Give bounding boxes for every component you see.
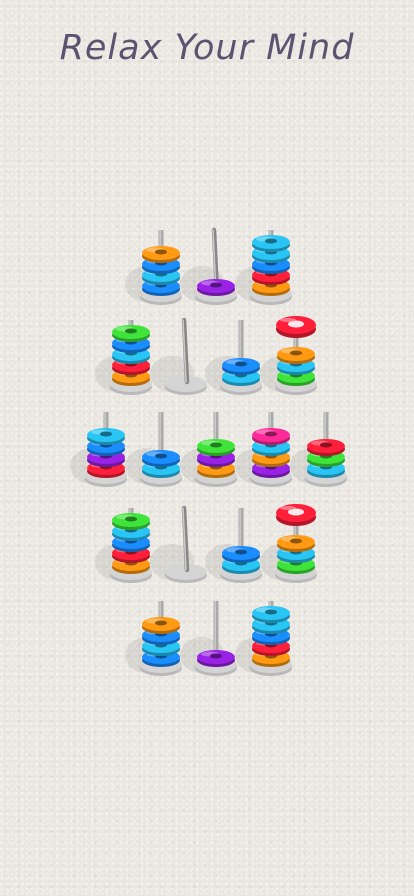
peg-stand[interactable] <box>235 412 292 487</box>
peg-stand[interactable] <box>95 508 152 583</box>
ring-red[interactable] <box>307 439 345 456</box>
lifted-ring-red[interactable] <box>276 316 316 338</box>
ring-green[interactable] <box>112 325 150 342</box>
ring-orange[interactable] <box>142 617 180 634</box>
ring-cyan[interactable] <box>87 428 125 445</box>
ring-blue[interactable] <box>142 450 180 467</box>
ring-orange[interactable] <box>277 347 315 364</box>
ring-green[interactable] <box>197 439 235 456</box>
peg-stand[interactable] <box>260 316 317 395</box>
ring-cyan[interactable] <box>252 235 290 252</box>
peg-stand[interactable] <box>125 230 182 305</box>
peg-stand[interactable] <box>260 504 317 583</box>
peg-stand[interactable] <box>125 412 182 487</box>
peg-stand[interactable] <box>125 601 182 676</box>
lifted-ring-red[interactable] <box>276 504 316 526</box>
peg-stand[interactable] <box>180 227 237 305</box>
ring-purple[interactable] <box>197 650 235 667</box>
peg-stand[interactable] <box>150 317 207 395</box>
peg-stand[interactable] <box>95 320 152 395</box>
peg-stand[interactable] <box>180 601 237 676</box>
game-board[interactable] <box>0 0 414 896</box>
ring-purple[interactable] <box>197 279 235 296</box>
peg-stand[interactable] <box>235 601 292 676</box>
peg-stand[interactable] <box>70 412 127 487</box>
ring-green[interactable] <box>112 513 150 530</box>
ring-pink[interactable] <box>252 428 290 445</box>
ring-orange[interactable] <box>142 246 180 263</box>
ring-orange[interactable] <box>277 535 315 552</box>
peg-stand[interactable] <box>180 412 237 487</box>
ring-blue[interactable] <box>222 546 260 563</box>
peg-stand[interactable] <box>150 505 207 583</box>
peg-stand[interactable] <box>205 508 262 583</box>
peg-stand[interactable] <box>290 412 347 487</box>
peg-stand[interactable] <box>205 320 262 395</box>
peg-stand[interactable] <box>235 230 292 305</box>
ring-blue[interactable] <box>222 358 260 375</box>
ring-cyan[interactable] <box>252 606 290 623</box>
